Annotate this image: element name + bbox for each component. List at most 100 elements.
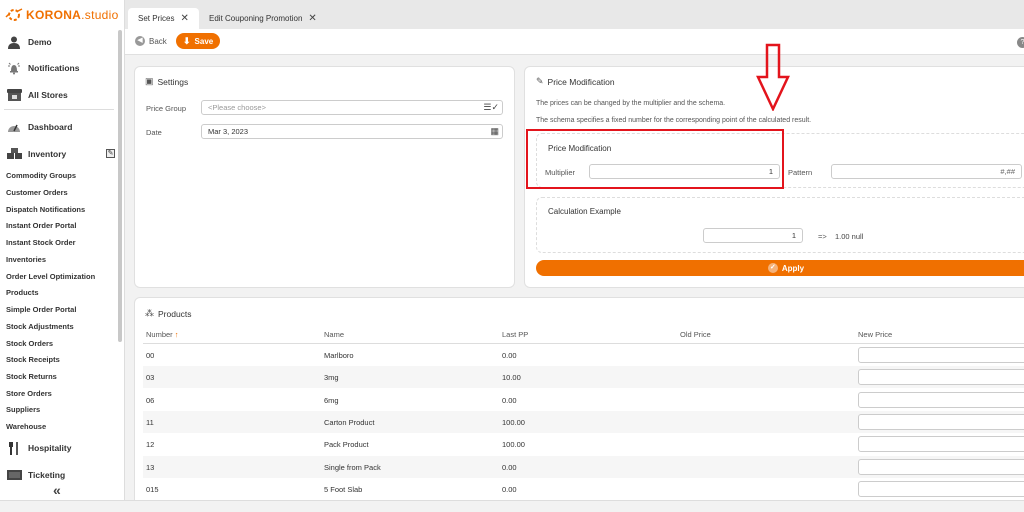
cell-number: 12 bbox=[146, 440, 155, 450]
user-icon bbox=[6, 35, 22, 49]
settings-title: ▣ Settings bbox=[145, 76, 188, 87]
sidebar-item-dashboard[interactable]: Dashboard bbox=[6, 120, 72, 134]
column-header-number[interactable]: Number ↑ bbox=[146, 330, 179, 339]
cell-number: 13 bbox=[146, 462, 155, 472]
boxes-icon bbox=[6, 147, 22, 161]
calculation-input[interactable]: 1 bbox=[703, 228, 803, 243]
sidebar-subitem[interactable]: Simple Order Portal bbox=[6, 305, 76, 314]
calculation-arrow: => bbox=[818, 232, 827, 241]
new-price-input[interactable] bbox=[858, 347, 1024, 363]
table-row[interactable]: 015 5 Foot Slab 0.00 bbox=[143, 478, 1024, 500]
sidebar-item-label: Ticketing bbox=[28, 470, 66, 480]
back-button[interactable]: ◀ Back bbox=[135, 36, 167, 46]
new-price-input[interactable] bbox=[858, 436, 1024, 453]
sidebar-subitem[interactable]: Stock Receipts bbox=[6, 355, 60, 364]
sidebar-item-demo[interactable]: Demo bbox=[6, 35, 52, 49]
calculation-example-box bbox=[536, 197, 1024, 253]
close-icon[interactable]: ✕ bbox=[180, 13, 188, 24]
sidebar-item-hospitality[interactable]: Hospitality bbox=[6, 441, 71, 455]
sidebar-divider bbox=[4, 109, 114, 110]
price-group-placeholder: <Please choose> bbox=[208, 103, 266, 112]
cell-number: 00 bbox=[146, 351, 155, 360]
tab-set-prices[interactable]: Set Prices ✕ bbox=[128, 8, 199, 29]
description-text: The schema specifies a fixed number for … bbox=[536, 117, 812, 124]
sort-ascending-icon[interactable]: ↑ bbox=[175, 330, 179, 339]
table-row[interactable]: 13 Single from Pack 0.00 bbox=[143, 455, 1024, 478]
column-header-name[interactable]: Name bbox=[324, 330, 344, 339]
back-label: Back bbox=[149, 36, 167, 46]
cell-name: Carton Product bbox=[324, 417, 375, 427]
price-modification-title-text: Price Modification bbox=[547, 76, 615, 87]
sidebar-subitem[interactable]: Order Level Optimization bbox=[6, 272, 95, 281]
pattern-label: Pattern bbox=[788, 168, 813, 177]
date-value: Mar 3, 2023 bbox=[208, 127, 249, 136]
sidebar-subitem[interactable]: Instant Order Portal bbox=[6, 221, 76, 230]
save-button[interactable]: ⬇ Save bbox=[176, 33, 221, 49]
arrow-down-annotation-icon bbox=[756, 43, 790, 111]
help-icon[interactable]: ? bbox=[1017, 37, 1024, 48]
price-group-select[interactable]: <Please choose> ☰✓ bbox=[201, 100, 503, 115]
sidebar-subitem[interactable]: Commodity Groups bbox=[6, 171, 76, 180]
new-price-input[interactable] bbox=[858, 480, 1024, 497]
settings-title-text: Settings bbox=[157, 76, 189, 87]
new-price-input[interactable] bbox=[858, 413, 1024, 430]
new-price-input[interactable] bbox=[858, 391, 1024, 408]
bell-icon bbox=[6, 61, 22, 75]
sidebar-subitem[interactable]: Store Orders bbox=[6, 389, 52, 398]
table-row[interactable]: 06 6mg 0.00 bbox=[143, 389, 1024, 411]
sidebar-subitem[interactable]: Products bbox=[6, 288, 39, 297]
table-row[interactable]: 12 Pack Product 100.00 bbox=[143, 433, 1024, 455]
sidebar-subitem[interactable]: Suppliers bbox=[6, 405, 40, 414]
calculation-input-value: 1 bbox=[791, 231, 796, 240]
collapse-sidebar-icon[interactable]: « bbox=[53, 482, 61, 498]
settings-icon: ▣ bbox=[145, 76, 154, 86]
sidebar-item-notifications[interactable]: Notifications bbox=[6, 61, 79, 75]
sidebar-item-all-stores[interactable]: All Stores bbox=[6, 88, 68, 102]
tab-edit-couponing-promotion[interactable]: Edit Couponing Promotion ✕ bbox=[199, 8, 327, 29]
column-header-new-price[interactable]: New Price bbox=[858, 330, 892, 339]
close-icon[interactable]: ✕ bbox=[308, 13, 316, 24]
sidebar-item-label: All Stores bbox=[28, 90, 68, 100]
sidebar-subitem[interactable]: Dispatch Notifications bbox=[6, 205, 85, 214]
sidebar-scrollbar[interactable] bbox=[118, 30, 122, 342]
new-price-input[interactable] bbox=[858, 369, 1024, 386]
sidebar-subitem[interactable]: Warehouse bbox=[6, 422, 46, 431]
calendar-icon[interactable]: ▦ bbox=[490, 126, 499, 137]
description-text: The prices can be changed by the multipl… bbox=[536, 100, 726, 107]
pattern-input[interactable]: #,## bbox=[831, 164, 1022, 179]
price-modification-title: ✎ Price Modification bbox=[536, 76, 615, 87]
sidebar: KORONA.studio Demo Notifications All Sto… bbox=[0, 0, 125, 512]
ticket-icon bbox=[6, 468, 22, 482]
apply-button[interactable]: ✓ Apply bbox=[536, 260, 1024, 276]
column-header-last-pp[interactable]: Last PP bbox=[502, 330, 528, 339]
sidebar-subitem[interactable]: Instant Stock Order bbox=[6, 238, 76, 247]
sidebar-subitem[interactable]: Stock Orders bbox=[6, 339, 53, 348]
sidebar-subitem[interactable]: Stock Returns bbox=[6, 372, 57, 381]
sidebar-item-inventory[interactable]: Inventory bbox=[6, 147, 66, 161]
cell-number: 015 bbox=[146, 484, 159, 494]
column-header-old-price[interactable]: Old Price bbox=[680, 330, 711, 339]
cell-name: 3mg bbox=[324, 373, 339, 383]
cell-last-pp: 100.00 bbox=[502, 417, 525, 427]
sidebar-subitem[interactable]: Stock Adjustments bbox=[6, 322, 74, 331]
table-row[interactable]: 03 3mg 10.00 bbox=[143, 366, 1024, 389]
cell-name: Pack Product bbox=[324, 440, 369, 450]
edit-icon[interactable]: ✎ bbox=[106, 149, 115, 158]
table-row[interactable]: 11 Carton Product 100.00 bbox=[143, 410, 1024, 433]
cell-number: 11 bbox=[146, 417, 154, 427]
apply-label: Apply bbox=[781, 263, 805, 273]
sidebar-subitem[interactable]: Inventories bbox=[6, 255, 46, 264]
date-field[interactable]: Mar 3, 2023 ▦ bbox=[201, 124, 503, 139]
logo[interactable]: KORONA.studio bbox=[4, 5, 119, 25]
sidebar-item-ticketing[interactable]: Ticketing bbox=[6, 468, 65, 482]
table-row[interactable]: 00 Marlboro 0.00 bbox=[143, 344, 1024, 366]
tab-bar: Set Prices ✕ Edit Couponing Promotion ✕ bbox=[125, 0, 1024, 29]
brand-suffix: .studio bbox=[81, 8, 119, 22]
calculation-example-title: Calculation Example bbox=[548, 207, 621, 216]
pencil-icon: ✎ bbox=[536, 76, 544, 86]
cell-number: 03 bbox=[146, 373, 155, 383]
new-price-input[interactable] bbox=[858, 458, 1024, 475]
sidebar-item-label: Hospitality bbox=[28, 443, 72, 453]
sidebar-subitem[interactable]: Customer Orders bbox=[6, 188, 68, 197]
cell-last-pp: 0.00 bbox=[502, 462, 517, 472]
